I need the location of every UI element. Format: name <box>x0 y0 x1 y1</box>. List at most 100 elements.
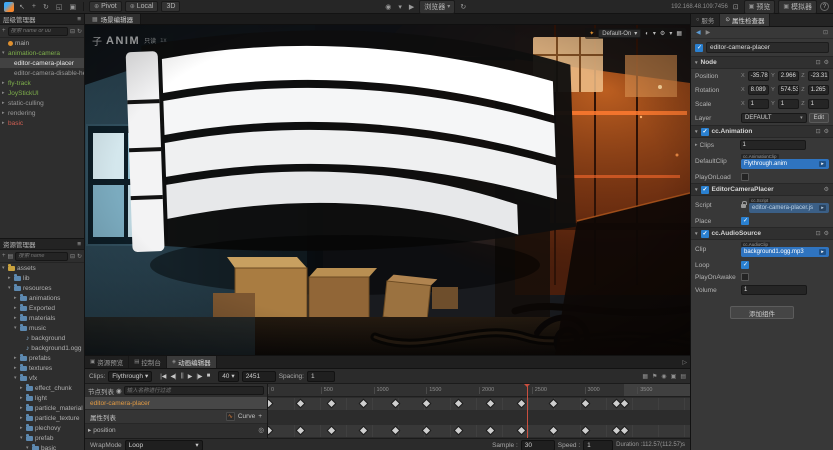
play-button[interactable]: ▶ <box>407 3 416 11</box>
rotation-x-field[interactable]: 8.089 <box>748 85 769 95</box>
paste-component-icon[interactable]: ⊡ <box>816 230 821 237</box>
current-frame-input[interactable] <box>242 371 276 382</box>
timeline-track-area[interactable]: 0500100015002000250030003500 <box>268 384 690 438</box>
clip-select[interactable]: Flythrough ▾ <box>108 371 152 382</box>
help-button[interactable]: ? <box>820 2 829 11</box>
asset-picker-icon[interactable]: ▸ <box>819 161 826 167</box>
sample-input[interactable] <box>521 440 555 450</box>
flag-marker-icon[interactable]: ⚑ <box>652 373 657 380</box>
volume-field[interactable]: 1 <box>741 285 807 295</box>
pin-icon[interactable]: ⊡ <box>823 29 828 36</box>
script-field[interactable]: editor-camera-placer.js ▸ <box>749 203 829 213</box>
create-asset-icon[interactable]: + <box>2 253 6 259</box>
gizmo-light-icon[interactable]: ✦ <box>589 30 594 37</box>
asset-item[interactable]: prefabs <box>0 353 84 363</box>
collapse-arrow-icon[interactable]: ▾ <box>695 129 698 135</box>
panel-menu-icon[interactable]: ≡ <box>77 241 81 248</box>
hierarchy-item[interactable]: editor-camera-disable-helper <box>0 68 84 78</box>
gear-icon[interactable]: ⚙ <box>824 230 829 237</box>
list-view-icon[interactable]: ▤ <box>680 373 686 380</box>
collapse-arrow-icon[interactable]: ▾ <box>695 231 698 237</box>
audio-clip-field[interactable]: background1.ogg.mp3 ▸ <box>741 247 829 257</box>
timeline-ruler[interactable]: 0500100015002000250030003500 <box>268 384 690 397</box>
refresh-icon[interactable]: ↻ <box>77 253 82 260</box>
wrapmode-select[interactable]: Loop ▾ <box>125 440 203 450</box>
hierarchy-item[interactable]: basic <box>0 118 84 128</box>
hierarchy-search-input[interactable] <box>8 27 68 36</box>
clips-count-field[interactable]: 1 <box>740 140 806 150</box>
panel-menu-icon[interactable]: ≡ <box>77 16 81 23</box>
panel-layout-icon[interactable]: ▣ <box>671 373 677 380</box>
panel-expand-icon[interactable]: ▷ <box>682 359 687 366</box>
preview-button[interactable]: ▣预览 <box>744 0 776 14</box>
asset-item[interactable]: particle_material <box>0 403 84 413</box>
paste-component-icon[interactable]: ⊡ <box>816 59 821 66</box>
view-mode-icon[interactable]: ◐ <box>645 31 649 37</box>
node-active-checkbox[interactable] <box>695 44 703 52</box>
bottom-tab[interactable]: ◈ 动画编辑器 <box>167 356 217 368</box>
frame-rate-select[interactable]: 40 ▾ <box>218 371 239 382</box>
asset-item[interactable]: particle_texture <box>0 413 84 423</box>
gear-icon[interactable]: ⚙ <box>824 186 829 193</box>
node-name-field[interactable]: editor-camera-placer <box>706 42 829 53</box>
mode-3d-toggle[interactable]: 3D <box>161 1 180 12</box>
position-x-field[interactable]: -35.78 <box>748 71 769 81</box>
inspector-tab[interactable]: ⊙ 属性检查器 <box>720 14 770 26</box>
add-component-button[interactable]: 添加组件 <box>730 306 794 319</box>
collapse-arrow-icon[interactable]: ▾ <box>695 60 698 66</box>
next-frame-button[interactable]: |▶ <box>196 373 202 380</box>
position-y-field[interactable]: 2.966 <box>778 71 799 81</box>
asset-item[interactable]: plechovy <box>0 423 84 433</box>
collapse-arrow-icon[interactable]: ▾ <box>695 187 698 193</box>
scene-grid-icon[interactable]: ▦ <box>676 30 682 37</box>
scale-x-field[interactable]: 1 <box>748 99 769 109</box>
pivot-toggle[interactable]: ⊕Pivot <box>89 1 122 12</box>
device-dropdown-icon[interactable]: ▾ <box>396 3 404 11</box>
node-section-header[interactable]: ▾ Node ⊡ ⚙ <box>691 56 833 69</box>
preview-target-select[interactable]: 浏览器▾ <box>419 0 455 14</box>
hierarchy-item[interactable]: fly-track <box>0 78 84 88</box>
nav-back-icon[interactable]: ◀ <box>696 29 701 36</box>
grid-toggle-icon[interactable]: ▦ <box>642 373 648 380</box>
spacing-input[interactable] <box>307 371 335 382</box>
bottom-tab[interactable]: ▤ 控制台 <box>129 356 167 368</box>
gear-icon[interactable]: ⚙ <box>824 59 829 66</box>
chevron-down-icon[interactable]: ▾ <box>669 30 672 37</box>
paste-component-icon[interactable]: ⊡ <box>816 128 821 135</box>
hierarchy-item[interactable]: editor-camera-placer <box>0 58 84 68</box>
local-toggle[interactable]: ⊕Local <box>125 1 159 12</box>
filter-icon[interactable]: ◉ <box>116 387 122 395</box>
hierarchy-item[interactable]: rendering <box>0 108 84 118</box>
asset-item[interactable]: prefab <box>0 433 84 443</box>
speed-input[interactable] <box>583 440 613 450</box>
asset-item[interactable]: background <box>0 333 84 343</box>
asset-item[interactable]: materials <box>0 313 84 323</box>
asset-item[interactable]: light <box>0 393 84 403</box>
asset-item[interactable]: Exported <box>0 303 84 313</box>
asset-item[interactable]: vfx <box>0 373 84 383</box>
animation-enabled-checkbox[interactable] <box>701 128 709 136</box>
asset-item[interactable]: resources <box>0 283 84 293</box>
prev-frame-button[interactable]: ◀| <box>170 373 176 380</box>
pause-button[interactable]: || <box>181 373 184 380</box>
place-checkbox[interactable] <box>741 217 749 225</box>
hierarchy-item[interactable]: JoyStickUI <box>0 88 84 98</box>
play-on-awake-checkbox[interactable] <box>741 273 749 281</box>
playhead[interactable] <box>527 384 528 438</box>
scale-tool-icon[interactable]: ◱ <box>54 3 65 11</box>
select-tool-icon[interactable]: ↖ <box>17 3 27 11</box>
add-keyframe-icon[interactable]: ◎ <box>258 426 264 434</box>
layer-edit-button[interactable]: Edit <box>809 113 829 123</box>
asset-item[interactable]: assets <box>0 263 84 273</box>
simulator-button[interactable]: ▣模拟器 <box>778 0 817 14</box>
sort-assets-icon[interactable]: ▤ <box>8 253 14 260</box>
asset-picker-icon[interactable]: ▸ <box>819 205 826 211</box>
expand-arrow-icon[interactable]: ▸ <box>695 142 698 148</box>
camera-placer-section-header[interactable]: ▾ EditorCameraPlacer ⚙ <box>691 183 833 196</box>
jump-start-button[interactable]: |◀ <box>160 373 166 380</box>
rotate-tool-icon[interactable]: ↻ <box>41 3 51 11</box>
hierarchy-item[interactable]: static-culling <box>0 98 84 108</box>
move-tool-icon[interactable]: + <box>30 3 38 10</box>
scale-z-field[interactable]: 1 <box>808 99 829 109</box>
asset-item[interactable]: background1.ogg <box>0 343 84 353</box>
